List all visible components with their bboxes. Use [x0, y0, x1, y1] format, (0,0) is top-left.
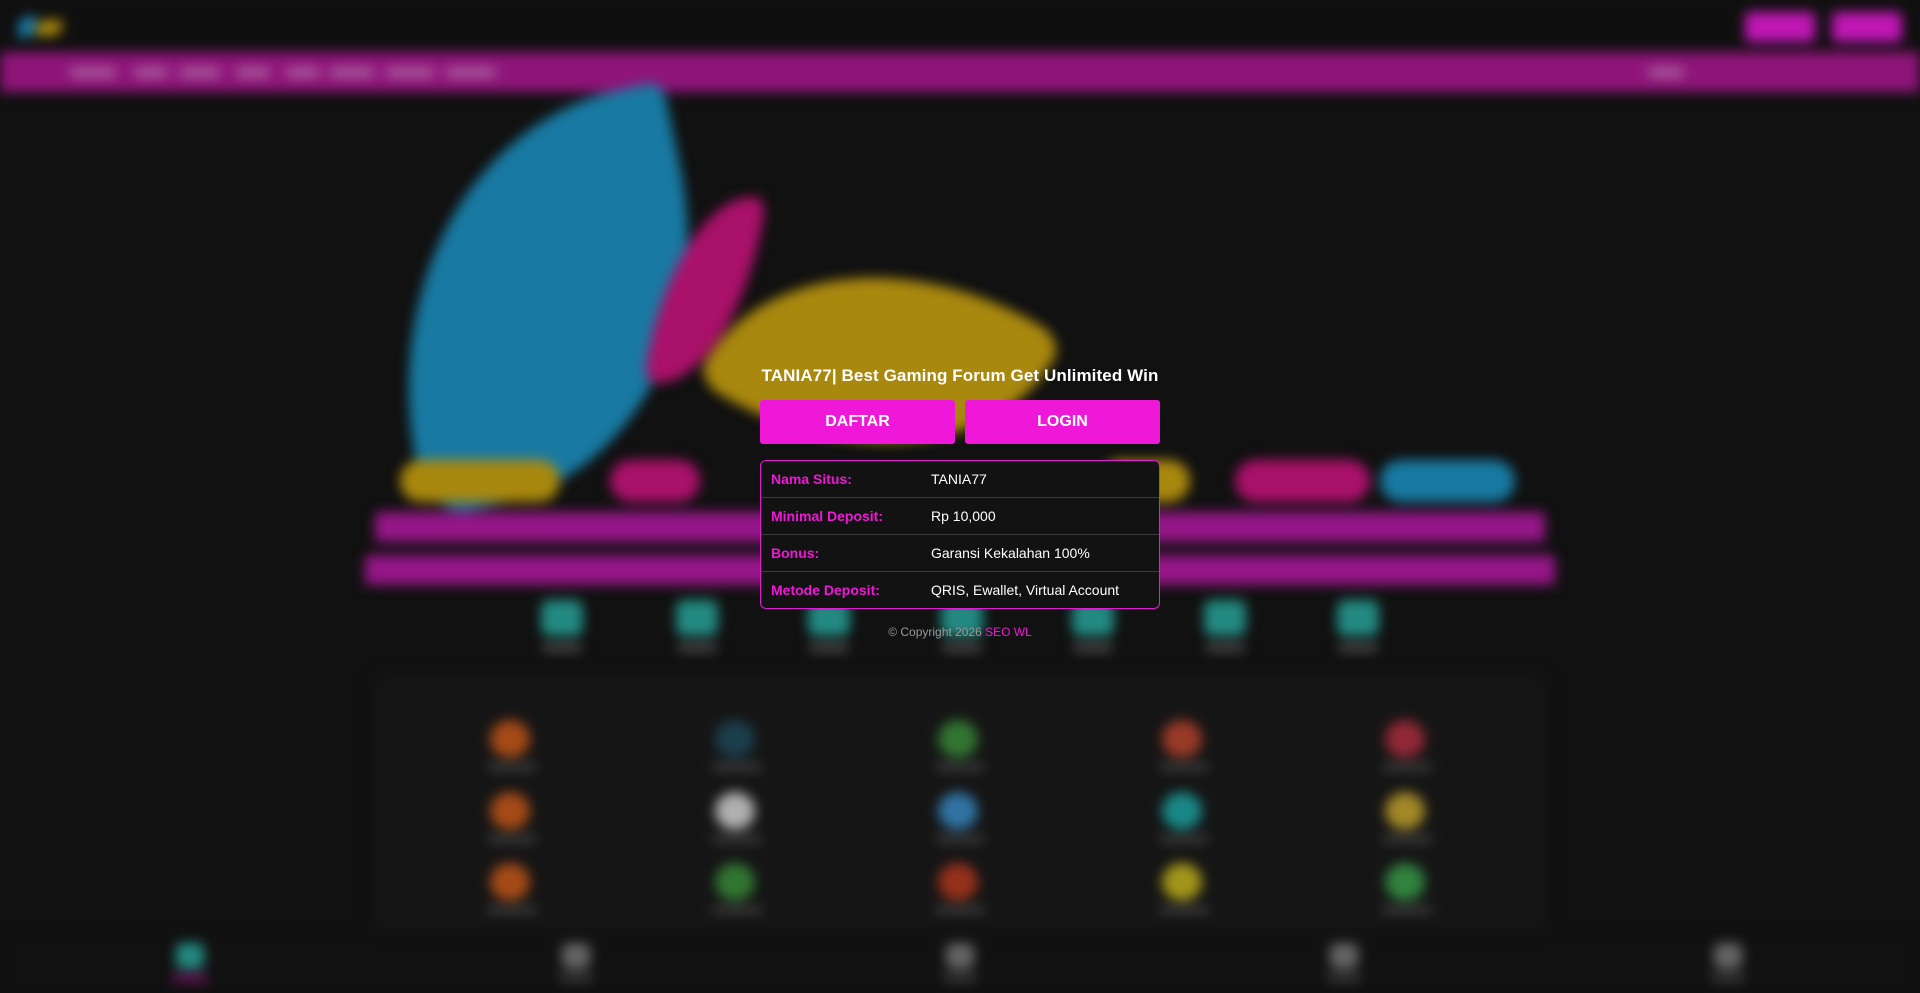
button-row: DAFTAR LOGIN — [760, 400, 1160, 444]
site-info-table: Nama Situs: TANIA77 Minimal Deposit: Rp … — [760, 460, 1160, 609]
info-row-site-name: Nama Situs: TANIA77 — [761, 461, 1159, 497]
info-key: Bonus: — [771, 545, 820, 561]
info-key: Nama Situs: — [771, 471, 852, 487]
info-value: Rp 10,000 — [931, 508, 996, 524]
info-value: Garansi Kekalahan 100% — [931, 545, 1090, 561]
copyright: © Copyright 2026 SEO WL — [760, 625, 1160, 639]
modal-title: TANIA77| Best Gaming Forum Get Unlimited… — [761, 366, 1159, 385]
info-value: TANIA77 — [931, 471, 987, 487]
info-row-bonus: Bonus: Garansi Kekalahan 100% — [761, 534, 1159, 571]
copyright-text: © Copyright 2026 — [888, 625, 982, 639]
info-key: Metode Deposit: — [771, 582, 880, 598]
login-button[interactable]: LOGIN — [965, 400, 1160, 444]
register-button[interactable]: DAFTAR — [760, 400, 955, 444]
copyright-link[interactable]: SEO WL — [985, 625, 1032, 639]
info-modal: TANIA77| Best Gaming Forum Get Unlimited… — [760, 356, 1160, 639]
info-value: QRIS, Ewallet, Virtual Account — [931, 582, 1120, 598]
info-row-deposit-method: Metode Deposit: QRIS, Ewallet, Virtual A… — [761, 571, 1159, 608]
info-row-min-deposit: Minimal Deposit: Rp 10,000 — [761, 497, 1159, 534]
info-key: Minimal Deposit: — [771, 508, 884, 524]
